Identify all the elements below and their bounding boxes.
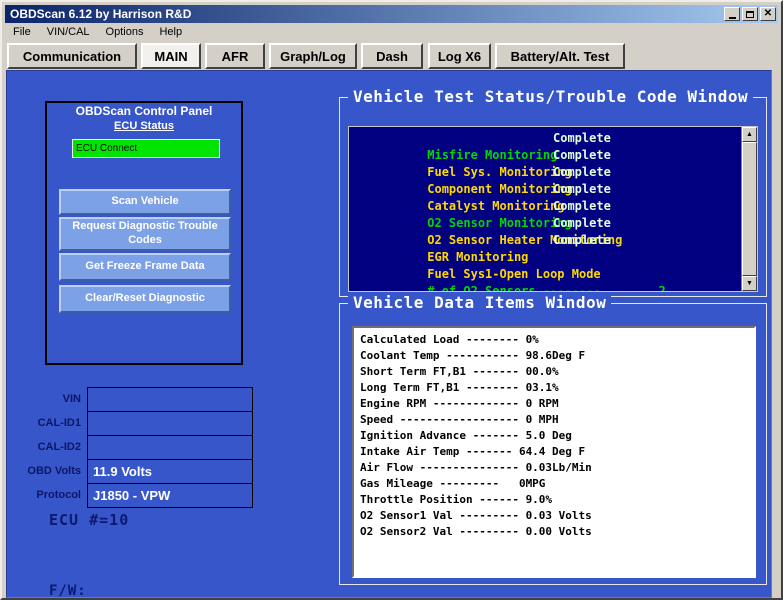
data-item-row[interactable]: Ignition Advance ------- 5.0 Deg [360, 428, 754, 444]
cal-id1-row: CAL-ID1 [11, 411, 261, 435]
test-status-value: Complete [553, 164, 611, 181]
cal-id2-field[interactable] [87, 435, 253, 460]
cal-id2-label: CAL-ID2 [11, 435, 81, 459]
scan-vehicle-button[interactable]: Scan Vehicle [59, 189, 231, 215]
cal-id1-field[interactable] [87, 411, 253, 436]
ecu-status-label: ECU Status [47, 120, 241, 132]
data-item-row[interactable]: Engine RPM ------------- 0 RPM [360, 396, 754, 412]
test-status-row[interactable]: # of O2 Sensors -------- 2 [349, 266, 757, 283]
clear-reset-button[interactable]: Clear/Reset Diagnostic [59, 285, 231, 313]
window-title: OBDScan 6.12 by Harrison R&D [10, 7, 191, 21]
test-status-row[interactable]: O2 Sensor Monitoring Complete [349, 198, 757, 215]
obd-volts-field[interactable]: 11.9 Volts [87, 459, 253, 484]
test-status-group: Vehicle Test Status/Trouble Code Window … [339, 97, 767, 297]
close-button[interactable]: ✕ [760, 7, 776, 21]
main-client-area: OBDScan Control Panel ECU Status ECU Con… [6, 70, 772, 598]
vin-field[interactable] [87, 387, 253, 412]
data-item-row[interactable]: Short Term FT,B1 ------- 00.0% [360, 364, 754, 380]
close-icon: ✕ [764, 9, 772, 19]
cal-id1-label: CAL-ID1 [11, 411, 81, 435]
maximize-icon [746, 11, 754, 18]
test-status-row[interactable]: Fuel Sys. Monitoring Complete [349, 147, 757, 164]
data-item-row[interactable]: O2 Sensor1 Val --------- 0.03 Volts [360, 508, 754, 524]
tab-graph-log[interactable]: Graph/Log [269, 43, 357, 69]
window-controls: ✕ [724, 7, 778, 21]
test-status-value: Complete [553, 232, 611, 249]
test-status-row[interactable]: EGR Monitoring Complete [349, 232, 757, 249]
tab-log-x6[interactable]: Log X6 [428, 43, 491, 69]
get-freeze-frame-button[interactable]: Get Freeze Frame Data [59, 253, 231, 281]
control-panel-title: OBDScan Control Panel [47, 104, 241, 118]
vin-label: VIN [11, 387, 81, 411]
test-status-row[interactable]: OBDII [349, 283, 757, 292]
app-window: OBDScan 6.12 by Harrison R&D ✕ File VIN/… [0, 0, 783, 600]
obd-volts-label: OBD Volts [11, 459, 81, 483]
minimize-icon [729, 17, 736, 19]
menu-options[interactable]: Options [98, 24, 152, 40]
tab-battery-alt-test[interactable]: Battery/Alt. Test [495, 43, 625, 69]
test-status-value: Complete [553, 147, 611, 164]
menu-help[interactable]: Help [151, 24, 190, 40]
request-dtc-button[interactable]: Request Diagnostic Trouble Codes [59, 217, 231, 251]
tab-main[interactable]: MAIN [141, 43, 201, 69]
scroll-up-icon[interactable]: ▲ [742, 127, 757, 142]
test-status-row[interactable]: Fuel Sys1-Open Loop Mode [349, 249, 757, 266]
data-item-row[interactable]: Gas Mileage --------- 0MPG [360, 476, 754, 492]
data-item-row[interactable]: Calculated Load -------- 0% [360, 332, 754, 348]
scroll-down-icon[interactable]: ▼ [742, 276, 757, 291]
menu-file[interactable]: File [5, 24, 39, 40]
test-status-group-title: Vehicle Test Status/Trouble Code Window [348, 87, 753, 106]
data-items-listbox: Calculated Load -------- 0% Coolant Temp… [352, 326, 756, 578]
test-status-value: Complete [553, 181, 611, 198]
tab-dash[interactable]: Dash [361, 43, 423, 69]
test-status-value: Complete [553, 130, 611, 147]
minimize-button[interactable] [724, 7, 740, 21]
ecu-connect-field[interactable]: ECU Connect [72, 139, 220, 158]
data-item-row[interactable]: O2 Sensor2 Val --------- 0.00 Volts [360, 524, 754, 540]
data-item-row[interactable]: Speed ------------------ 0 MPH [360, 412, 754, 428]
firmware-label: F/W: [49, 583, 87, 599]
test-status-row[interactable]: Misfire Monitoring Complete [349, 130, 757, 147]
data-item-row[interactable]: Coolant Temp ----------- 98.6Deg F [360, 348, 754, 364]
data-item-row[interactable]: Air Flow --------------- 0.03Lb/Min [360, 460, 754, 476]
data-items-group-title: Vehicle Data Items Window [348, 293, 611, 312]
obd-volts-row: OBD Volts 11.9 Volts [11, 459, 261, 483]
data-item-row[interactable]: Long Term FT,B1 -------- 03.1% [360, 380, 754, 396]
test-status-row[interactable]: Component Monitoring Complete [349, 164, 757, 181]
tab-bar: Communication MAIN AFR Graph/Log Dash Lo… [5, 41, 778, 70]
data-items-group: Vehicle Data Items Window Calculated Loa… [339, 303, 767, 585]
test-status-scrollbar[interactable]: ▲ ▼ [741, 127, 757, 291]
title-bar: OBDScan 6.12 by Harrison R&D ✕ [5, 5, 778, 23]
tab-afr[interactable]: AFR [205, 43, 265, 69]
test-status-value: Complete [553, 215, 611, 232]
menu-vin-cal[interactable]: VIN/CAL [39, 24, 98, 40]
test-status-row[interactable]: Catalyst Monitoring Complete [349, 181, 757, 198]
cal-id2-row: CAL-ID2 [11, 435, 261, 459]
vin-row: VIN [11, 387, 261, 411]
test-status-value: Complete [553, 198, 611, 215]
test-status-row[interactable]: O2 Sensor Heater Monitoring Complete [349, 215, 757, 232]
protocol-field[interactable]: J1850 - VPW [87, 483, 253, 508]
data-item-row[interactable]: Throttle Position ------ 9.0% [360, 492, 754, 508]
protocol-label: Protocol [11, 483, 81, 507]
tab-communication[interactable]: Communication [7, 43, 137, 69]
data-item-row[interactable]: Intake Air Temp ------- 64.4 Deg F [360, 444, 754, 460]
menu-bar: File VIN/CAL Options Help [5, 23, 778, 41]
protocol-row: Protocol J1850 - VPW [11, 483, 261, 507]
ecu-number-label: ECU #=10 [49, 511, 129, 529]
test-status-listbox: Misfire Monitoring Complete Fuel Sys. Mo… [348, 126, 758, 292]
maximize-button[interactable] [742, 7, 758, 21]
control-panel: OBDScan Control Panel ECU Status ECU Con… [45, 101, 243, 365]
scrollbar-thumb[interactable] [742, 142, 757, 276]
